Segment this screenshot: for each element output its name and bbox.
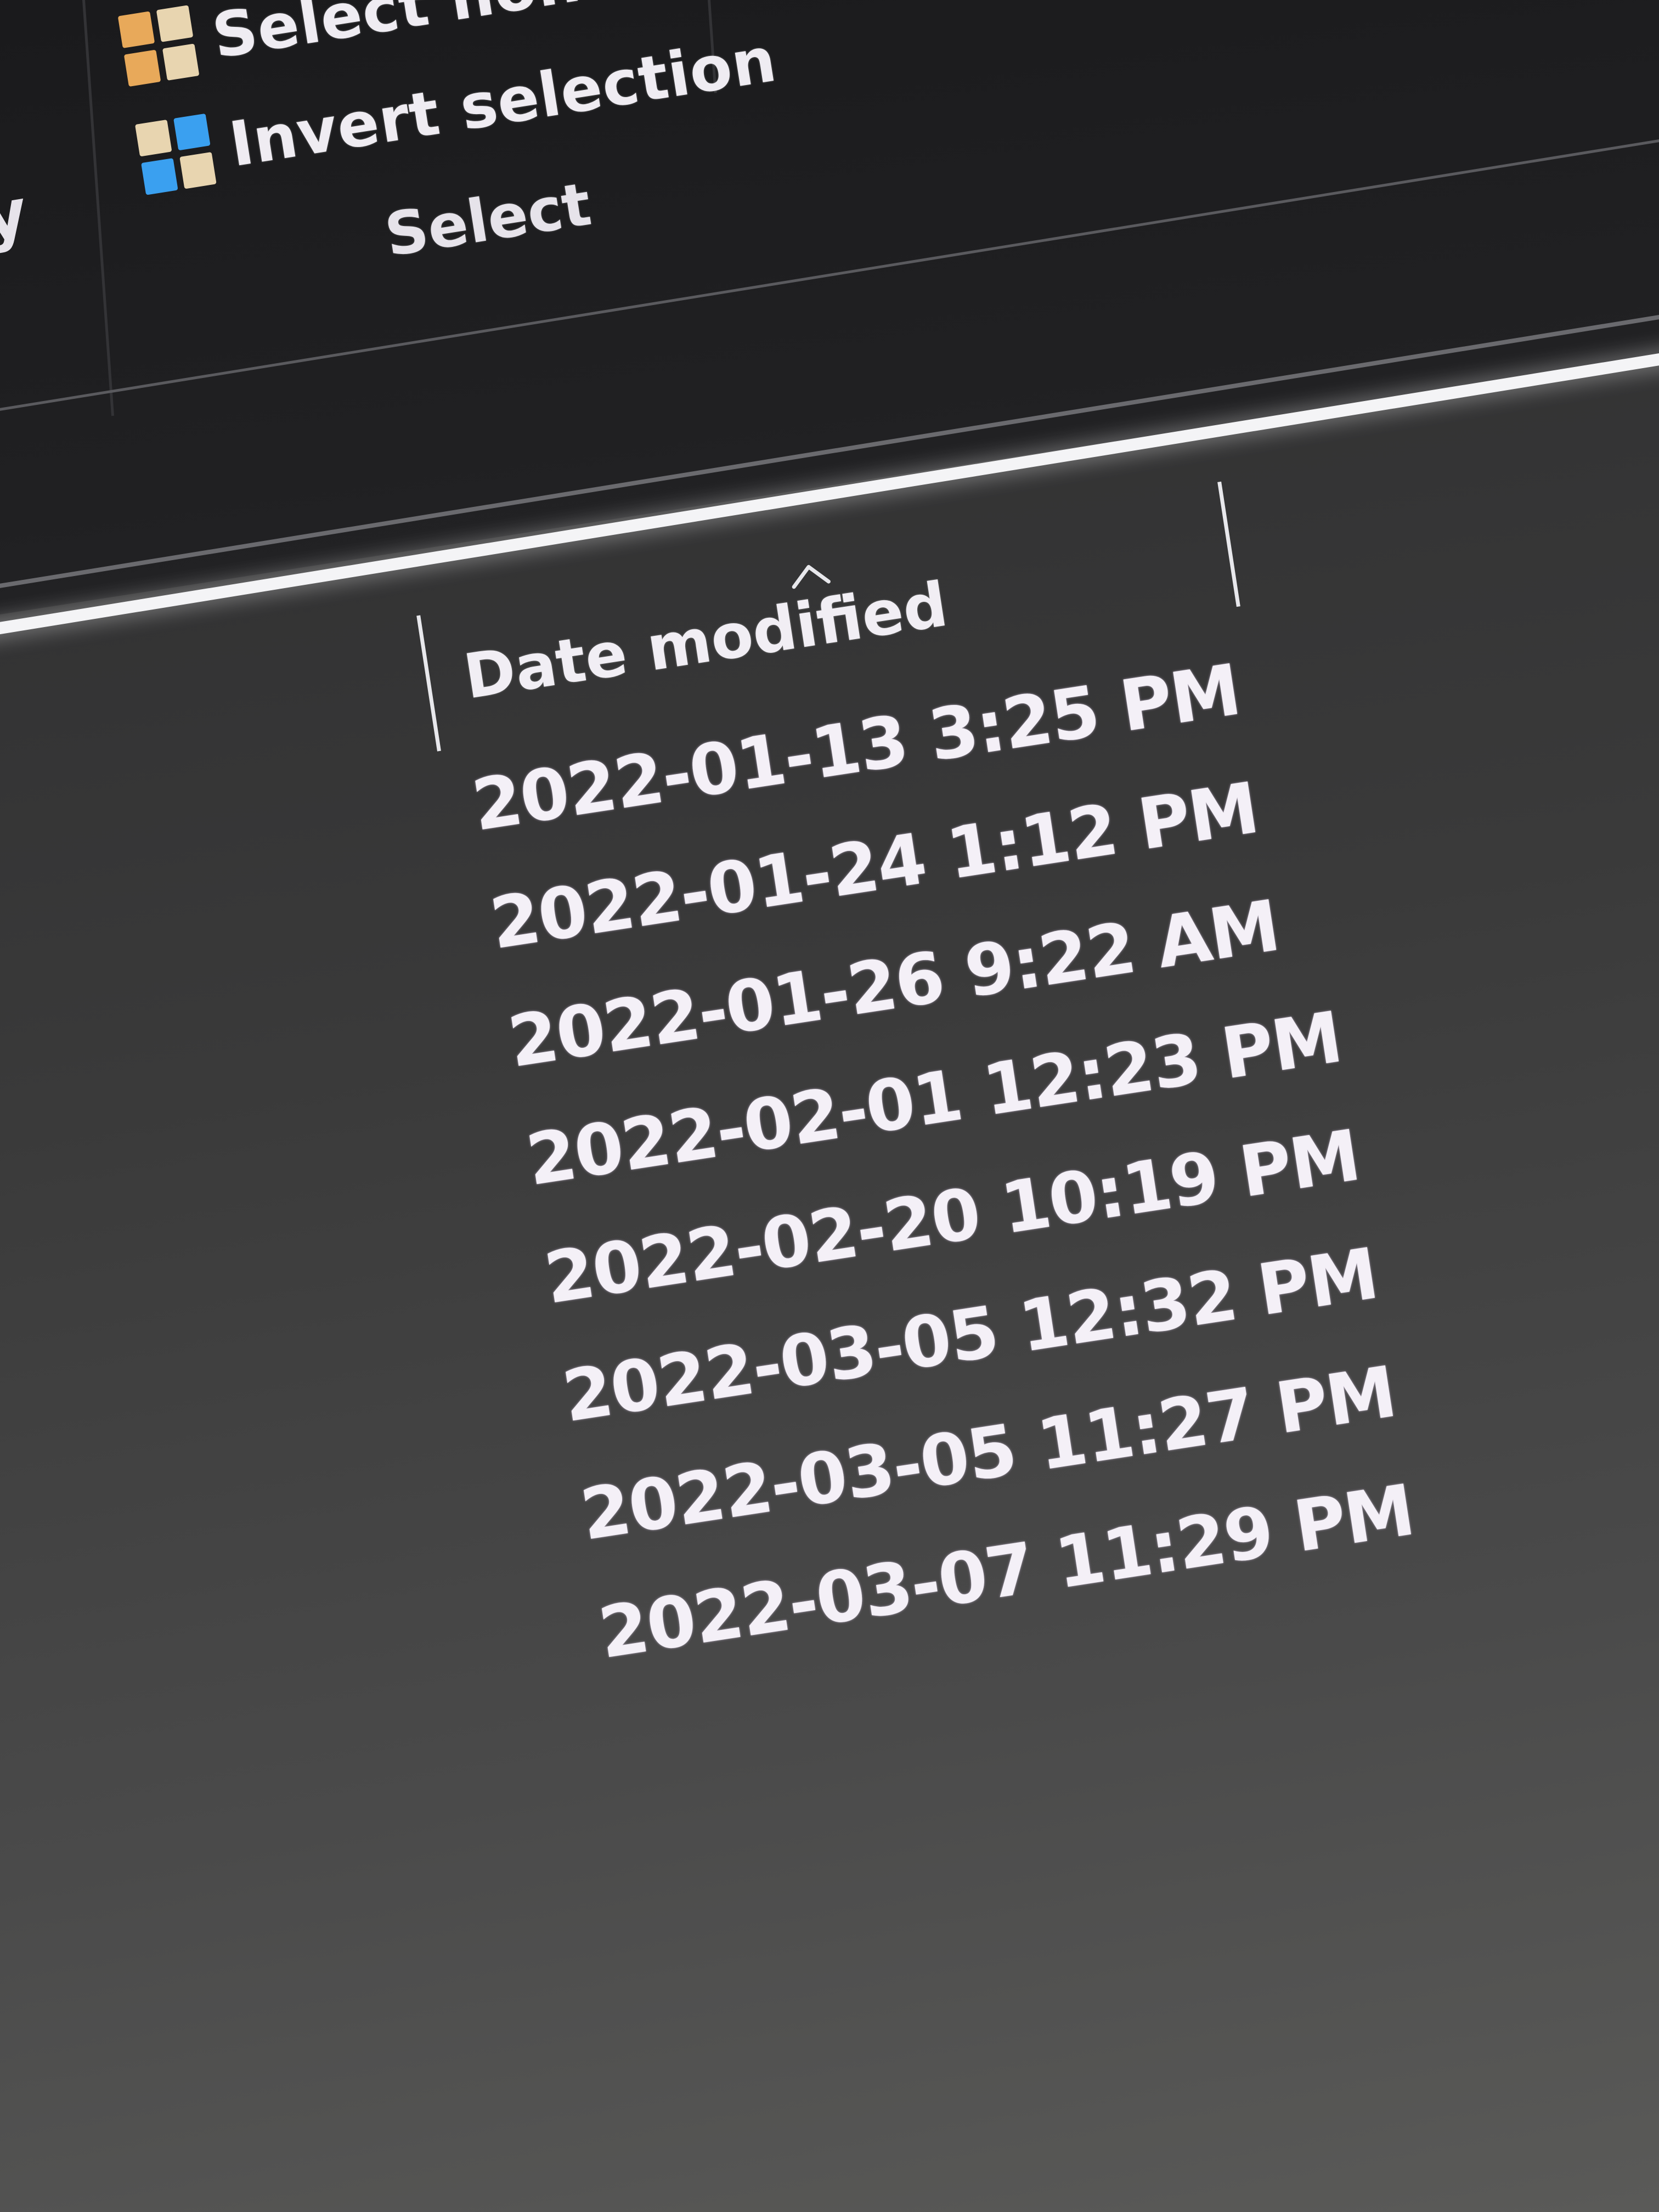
- invert-selection-icon: [134, 113, 217, 195]
- icon-cell: [156, 5, 194, 42]
- date-column-cells: 2022-01-13 3:25 PM 2022-01-24 1:12 PM 20…: [464, 623, 1421, 1693]
- icon-cell: [117, 11, 155, 48]
- file-explorer-window: y Select none Invert selection Select Da…: [0, 0, 1659, 2212]
- column-separator[interactable]: [416, 615, 441, 752]
- select-none-icon: [117, 5, 200, 87]
- column-separator[interactable]: [1217, 481, 1240, 607]
- file-list: Date modified 2022-01-13 3:25 PM 2022-01…: [384, 408, 1488, 1742]
- icon-cell: [141, 158, 178, 195]
- icon-cell: [123, 49, 161, 87]
- icon-cell: [179, 151, 217, 189]
- icon-cell: [134, 119, 172, 157]
- icon-cell: [162, 43, 200, 81]
- icon-cell: [173, 113, 211, 151]
- ribbon-group-caption: Select: [380, 170, 596, 270]
